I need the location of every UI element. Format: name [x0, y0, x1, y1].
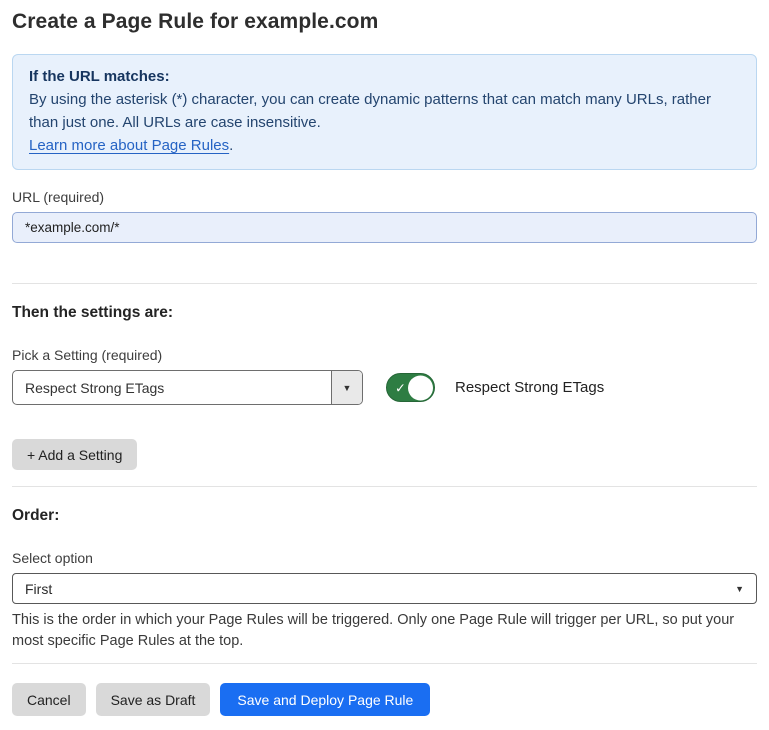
order-select-value: First	[25, 581, 52, 597]
order-section-heading: Order:	[12, 507, 757, 525]
chevron-down-icon: ▼	[735, 584, 744, 594]
page-title: Create a Page Rule for example.com	[12, 10, 757, 34]
order-select[interactable]: First ▼	[12, 573, 757, 604]
setting-select-arrow-button[interactable]: ▼	[331, 371, 362, 404]
settings-section-heading: Then the settings are:	[12, 304, 757, 322]
setting-select-value: Respect Strong ETags	[13, 371, 331, 404]
link-suffix: .	[229, 137, 233, 154]
save-deploy-button[interactable]: Save and Deploy Page Rule	[220, 683, 430, 716]
respect-strong-etags-toggle[interactable]: ✓	[386, 373, 435, 402]
check-icon: ✓	[395, 381, 406, 394]
cancel-button[interactable]: Cancel	[12, 683, 86, 716]
chevron-down-icon: ▼	[343, 383, 352, 393]
order-select-label: Select option	[12, 550, 757, 566]
footer-actions: Cancel Save as Draft Save and Deploy Pag…	[12, 683, 757, 716]
url-match-info-box: If the URL matches: By using the asteris…	[12, 54, 757, 170]
info-box-link-line: Learn more about Page Rules.	[29, 134, 740, 157]
toggle-knob	[408, 375, 433, 400]
setting-row: Respect Strong ETags ▼ ✓ Respect Strong …	[12, 370, 757, 405]
url-input[interactable]	[12, 212, 757, 243]
create-page-rule-form: Create a Page Rule for example.com If th…	[0, 0, 769, 730]
save-draft-button[interactable]: Save as Draft	[96, 683, 211, 716]
learn-more-link[interactable]: Learn more about Page Rules	[29, 137, 229, 154]
info-box-body: By using the asterisk (*) character, you…	[29, 88, 740, 134]
section-divider	[12, 486, 757, 487]
pick-setting-label: Pick a Setting (required)	[12, 347, 757, 363]
url-field-label: URL (required)	[12, 189, 757, 205]
info-box-heading: If the URL matches:	[29, 65, 740, 88]
add-setting-button[interactable]: + Add a Setting	[12, 439, 137, 470]
section-divider	[12, 283, 757, 284]
order-help-text: This is the order in which your Page Rul…	[12, 610, 757, 652]
toggle-label: Respect Strong ETags	[455, 379, 604, 396]
setting-select[interactable]: Respect Strong ETags ▼	[12, 370, 363, 405]
footer-divider	[12, 663, 757, 664]
